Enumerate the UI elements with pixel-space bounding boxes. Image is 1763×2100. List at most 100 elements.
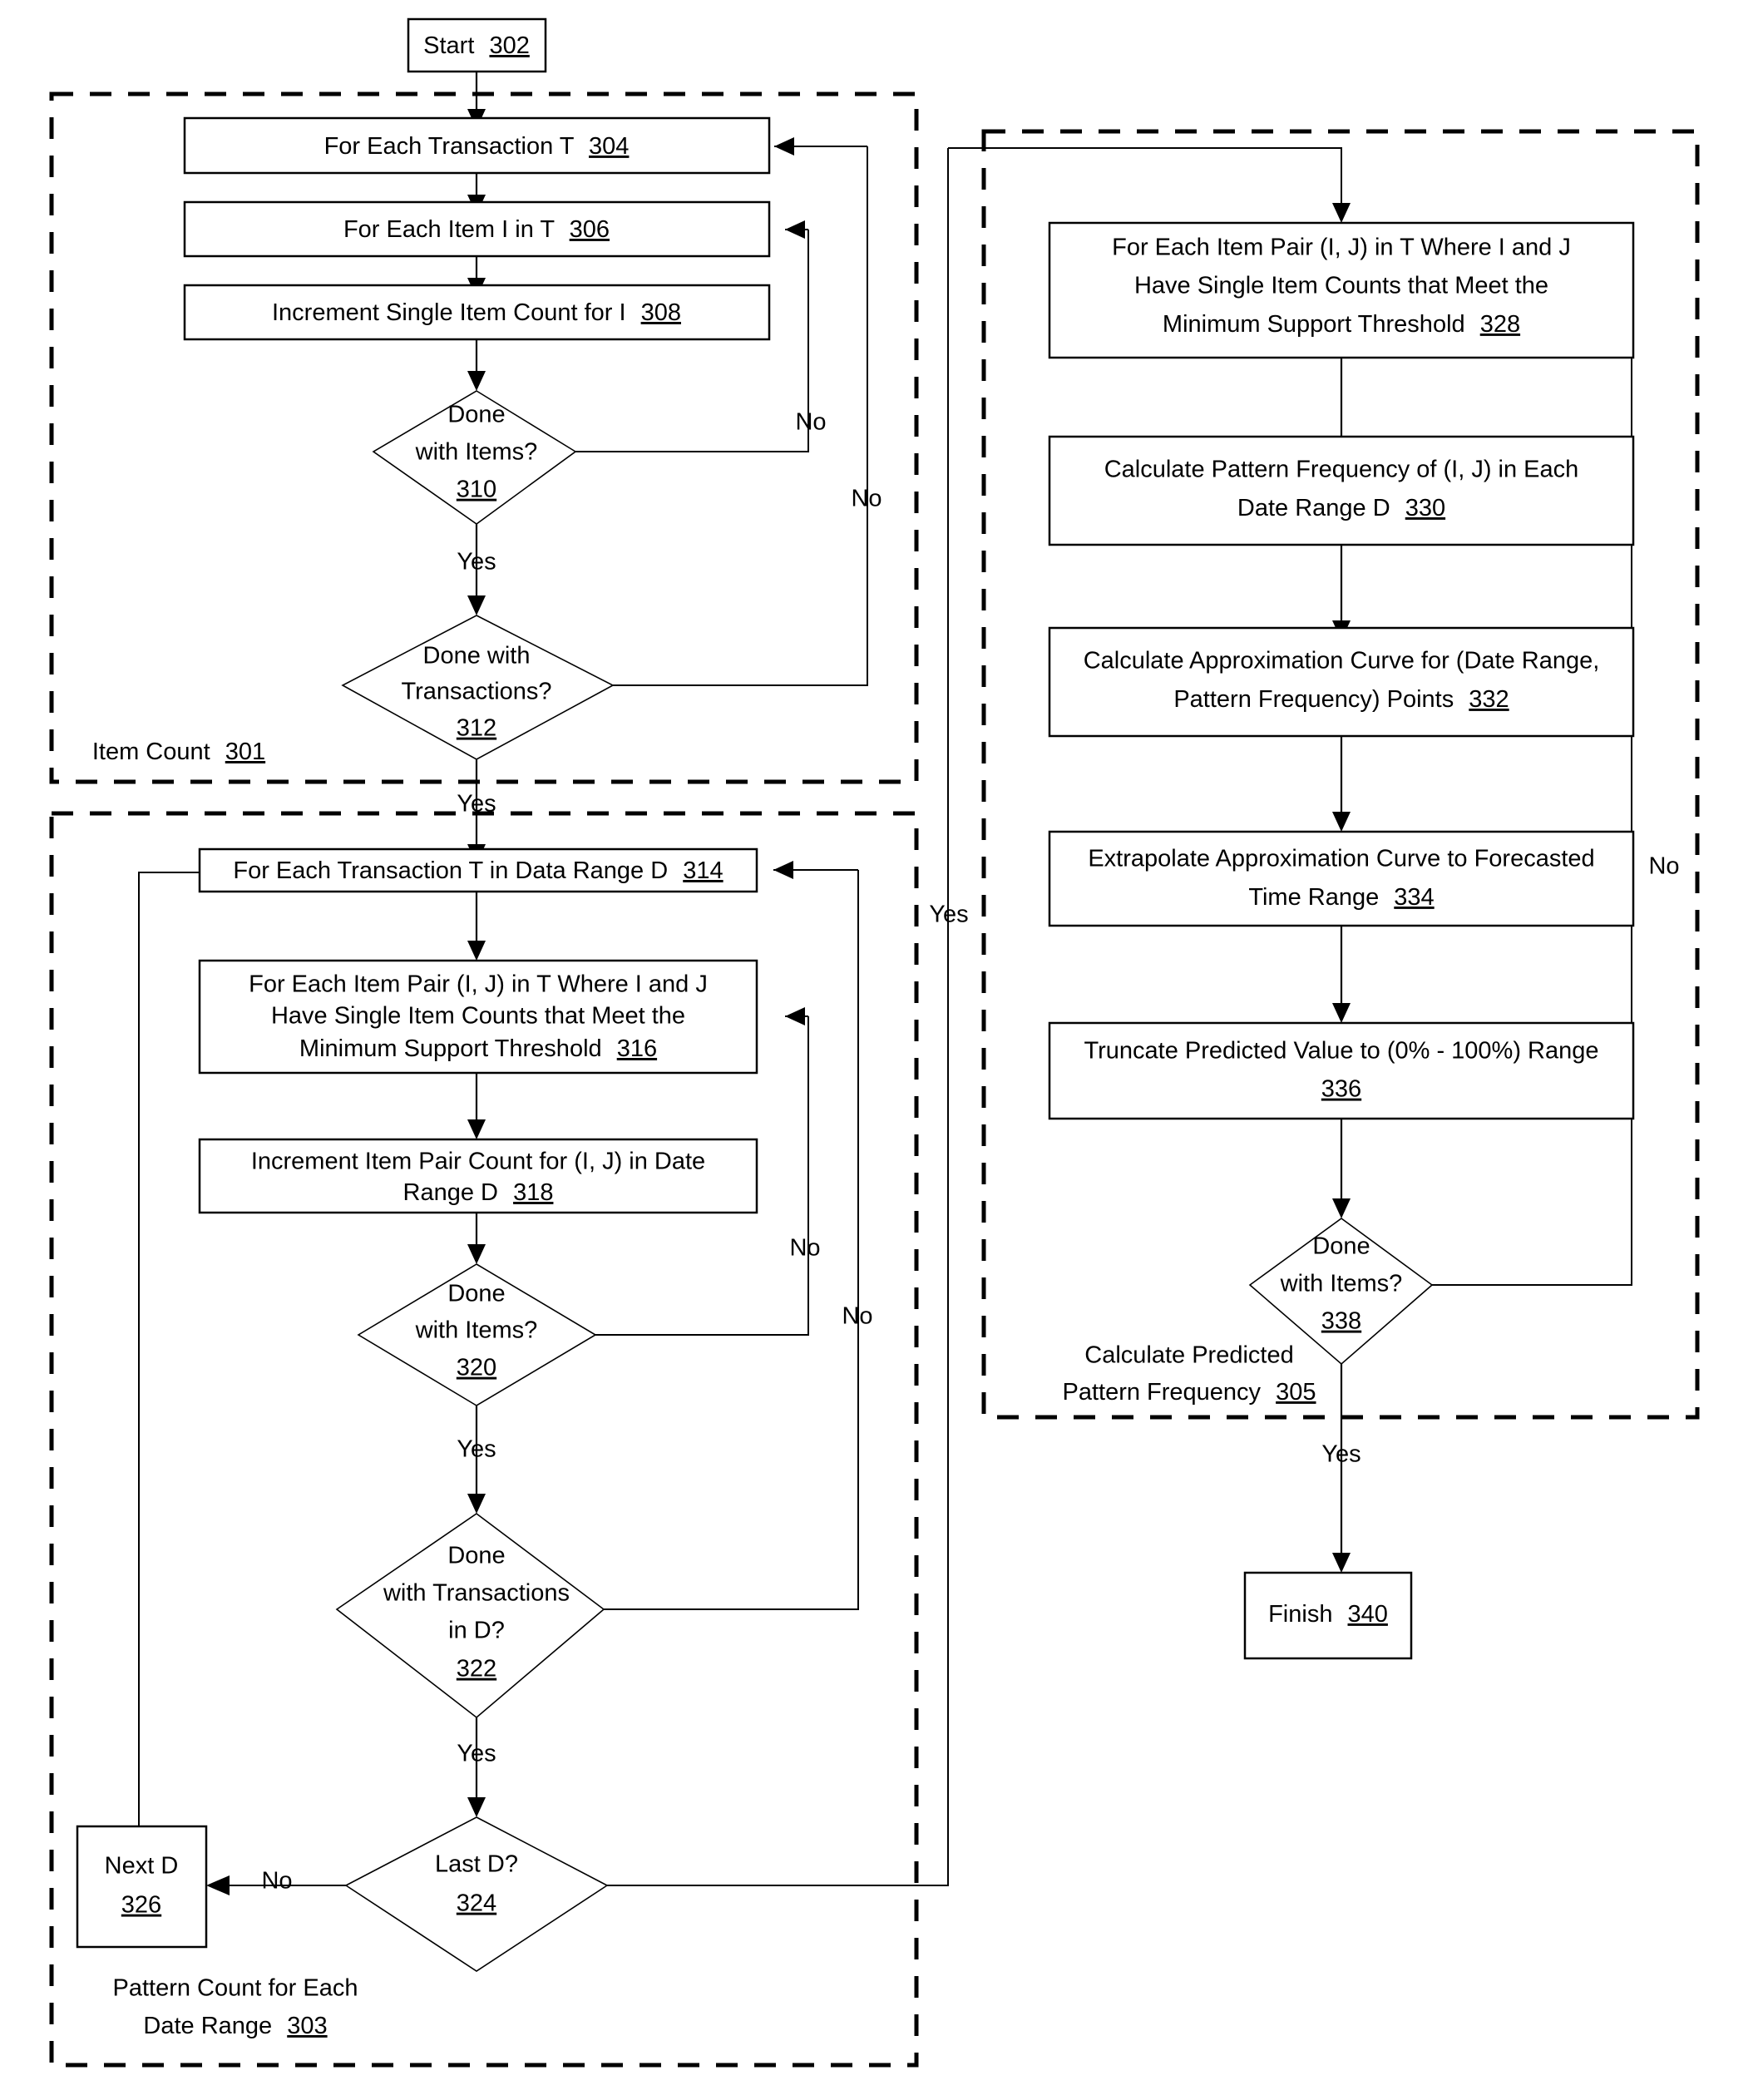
node-decision-310-ref: 310 (457, 477, 496, 503)
svg-text:Time Range 334: Time Range 334 (1248, 884, 1434, 911)
edge-324-yes-down-328 (948, 147, 1342, 210)
arrow-336-338 (1332, 1198, 1351, 1218)
node-step-314-label: For Each Transaction T in Data Range D (233, 857, 668, 884)
node-step-308-ref: 308 (641, 299, 681, 326)
node-decision-324[interactable]: Last D? 324 (344, 1816, 609, 1972)
svg-text:Increment Single Item Count fo: Increment Single Item Count for I 308 (272, 299, 681, 326)
node-step-332[interactable]: Calculate Approximation Curve for (Date … (1048, 626, 1635, 738)
edge-label-yes-312: Yes (457, 791, 496, 818)
node-step-336[interactable]: Truncate Predicted Value to (0% - 100%) … (1048, 1021, 1635, 1120)
node-decision-310-line2: with Items? (415, 439, 538, 466)
group-label-item-count: Item Count 301 (92, 739, 265, 765)
node-step-330[interactable]: Calculate Pattern Frequency of (I, J) in… (1048, 435, 1635, 546)
node-decision-322-line3: in D? (448, 1618, 505, 1644)
svg-text:No: No (842, 1303, 872, 1330)
node-decision-320-line2: with Items? (415, 1317, 538, 1344)
node-step-304-ref: 304 (589, 133, 629, 160)
node-start-302-ref: 302 (489, 32, 529, 59)
node-decision-320-line1: Done (447, 1281, 505, 1307)
node-decision-324-line1: Last D? (435, 1851, 518, 1878)
node-step-328[interactable]: For Each Item Pair (I, J) in T Where I a… (1048, 221, 1635, 359)
node-step-306[interactable]: For Each Item I in T 306 (183, 200, 771, 258)
edge-label-yes-310: Yes (457, 549, 496, 576)
group-label-predicted-frequency: Calculate Predicted Pattern Frequency 30… (1062, 1342, 1316, 1406)
node-finish-340-label: Finish (1268, 1601, 1332, 1628)
arrow-320-yes (467, 1494, 486, 1514)
svg-text:No: No (261, 1868, 292, 1895)
node-step-316[interactable]: For Each Item Pair (I, J) in T Where I a… (198, 959, 758, 1075)
svg-text:Start 302: Start 302 (423, 32, 530, 59)
node-step-334[interactable]: Extrapolate Approximation Curve to Forec… (1048, 830, 1635, 927)
node-step-334-line2: Time Range (1248, 884, 1379, 911)
edge-label-no-338: No (1648, 853, 1679, 880)
node-decision-338-line1: Done (1312, 1233, 1370, 1260)
flowchart-canvas: Start 302 For Each Transaction T 304 For… (0, 0, 1763, 2100)
node-step-332-line1: Calculate Approximation Curve for (Date … (1084, 648, 1600, 674)
arrow-308-310 (467, 371, 486, 391)
svg-text:Yes: Yes (1321, 1441, 1361, 1468)
node-decision-324-ref: 324 (457, 1890, 496, 1917)
edge-label-no-320: No (789, 1235, 820, 1262)
node-step-308[interactable]: Increment Single Item Count for I 308 (183, 284, 771, 341)
node-step-336-line1: Truncate Predicted Value to (0% - 100%) … (1084, 1038, 1599, 1065)
arrow-314-316 (467, 941, 486, 961)
edge-label-yes-324: Yes (929, 902, 968, 928)
node-step-304[interactable]: For Each Transaction T 304 (183, 116, 771, 175)
edge-label-no-312: No (851, 486, 882, 512)
node-decision-310[interactable]: Done with Items? 310 (372, 390, 577, 525)
node-decision-338-ref: 338 (1321, 1308, 1361, 1335)
node-start-302-label: Start (423, 32, 474, 59)
edge-label-no-310: No (795, 409, 826, 436)
edge-label-yes-338: Yes (1321, 1441, 1361, 1468)
svg-text:Pattern Count for Each: Pattern Count for Each (113, 1975, 358, 2002)
node-step-304-label: For Each Transaction T (324, 133, 575, 160)
node-step-314-ref: 314 (683, 857, 723, 884)
node-step-316-line1: For Each Item Pair (I, J) in T Where I a… (249, 971, 708, 998)
node-decision-338-line2: with Items? (1280, 1271, 1403, 1297)
arrow-316-318 (467, 1119, 486, 1139)
node-step-316-line2: Have Single Item Counts that Meet the (271, 1003, 685, 1030)
node-step-306-label: For Each Item I in T (343, 216, 555, 243)
svg-text:Finish 340: Finish 340 (1268, 1601, 1388, 1628)
arrow-324-no (206, 1875, 230, 1895)
edge-label-yes-322: Yes (457, 1741, 496, 1767)
svg-text:Minimum Support Threshold: Minimum Support Threshold 316 (299, 1035, 657, 1062)
arrow-322-yes (467, 1797, 486, 1817)
svg-text:Yes: Yes (457, 1436, 496, 1463)
node-step-334-line1: Extrapolate Approximation Curve to Forec… (1088, 846, 1594, 872)
node-step-330-ref: 330 (1405, 495, 1445, 521)
node-step-326[interactable]: Next D 326 (76, 1825, 208, 1949)
svg-text:Yes: Yes (457, 1741, 496, 1767)
node-step-328-line2: Have Single Item Counts that Meet the (1134, 273, 1548, 299)
node-decision-322[interactable]: Done with Transactions in D? 322 (335, 1513, 605, 1719)
edge-310-no-to-306 (575, 230, 809, 452)
node-step-326-line1: Next D (105, 1853, 179, 1880)
node-step-318-line2: Range D (403, 1179, 498, 1206)
node-step-332-line2: Pattern Frequency) Points (1173, 686, 1454, 713)
node-decision-312-ref: 312 (457, 715, 496, 742)
node-decision-320[interactable]: Done with Items? 320 (357, 1263, 597, 1406)
node-decision-312[interactable]: Done with Transactions? 312 (341, 615, 615, 760)
arrow-332-334 (1332, 812, 1351, 832)
arrow-318-320 (467, 1244, 486, 1264)
node-step-330-line2: Date Range D (1237, 495, 1390, 521)
svg-text:Date Range D 330: Date Range D 330 (1237, 495, 1445, 521)
svg-text:For Each Item I in T 306: For Each Item I in T 306 (343, 216, 610, 243)
group-label-pattern-count: Pattern Count for Each Date Range 303 (113, 1975, 358, 2039)
node-step-318-ref: 318 (513, 1179, 553, 1206)
node-step-332-ref: 332 (1469, 686, 1509, 713)
node-step-330-line1: Calculate Pattern Frequency of (I, J) in… (1104, 457, 1579, 483)
flowchart-svg: Start 302 For Each Transaction T 304 For… (49, 17, 1700, 2068)
svg-text:Range D 318: Range D 318 (403, 1179, 554, 1206)
arrow-324-yes-328 (1332, 203, 1351, 223)
node-step-308-label: Increment Single Item Count for I (272, 299, 626, 326)
node-step-328-ref: 328 (1480, 311, 1520, 338)
svg-text:Yes: Yes (457, 791, 496, 818)
node-step-318[interactable]: Increment Item Pair Count for (I, J) in … (198, 1138, 758, 1214)
node-step-314[interactable]: For Each Transaction T in Data Range D 3… (198, 847, 758, 893)
node-step-334-ref: 334 (1394, 884, 1434, 911)
node-step-336-ref: 336 (1321, 1076, 1361, 1103)
svg-text:No: No (795, 409, 826, 436)
node-start-302[interactable]: Start 302 (407, 17, 547, 73)
node-finish-340[interactable]: Finish 340 (1243, 1571, 1413, 1660)
